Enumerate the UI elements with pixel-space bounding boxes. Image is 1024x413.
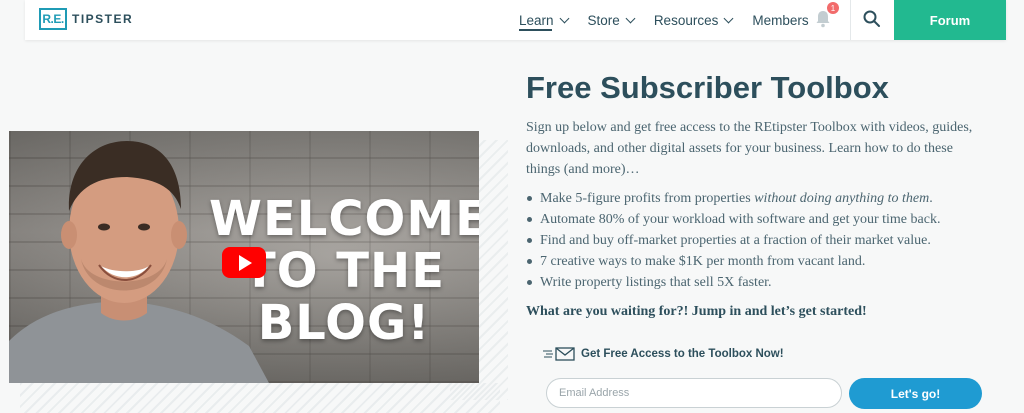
intro-paragraph: Sign up below and get free access to the… (526, 120, 973, 177)
list-item: Make 5-figure profits from properties wi… (526, 188, 996, 209)
email-field[interactable] (546, 378, 842, 408)
list-item-emphasis: without doing anything to them (754, 191, 930, 206)
search-icon[interactable] (862, 9, 882, 29)
nav-item-store[interactable]: Store (587, 0, 636, 40)
nav-item-resources[interactable]: Resources (653, 0, 734, 40)
video-title-line: BLOG! (257, 295, 431, 351)
youtube-play-icon[interactable] (222, 247, 266, 278)
video-title-line: WELCOME (209, 191, 479, 247)
nav-item-label: Members (752, 12, 809, 28)
list-item: Automate 80% of your workload with softw… (526, 209, 996, 230)
benefits-list: Make 5-figure profits from properties wi… (526, 188, 996, 293)
play-triangle-icon (239, 254, 252, 271)
nav-item-members[interactable]: Members (752, 0, 808, 40)
list-item-text: Make 5-figure profits from properties (540, 191, 755, 206)
nav-item-label: Store (587, 12, 620, 28)
nav-item-learn[interactable]: Learn (519, 0, 569, 40)
submit-button[interactable]: Let's go! (849, 378, 982, 409)
chevron-down-icon (625, 13, 636, 23)
welcome-video-thumbnail[interactable]: WELCOME TO THE BLOG! (9, 131, 479, 383)
call-to-action-text: What are you waiting for?! Jump in and l… (526, 304, 867, 319)
notification-badge: 1 (827, 2, 839, 14)
site-header: R.E. TIPSTER Learn Store Resources Membe… (25, 0, 1006, 40)
list-item: Write property listings that sell 5X fas… (526, 272, 996, 293)
logo-mark: R.E. (39, 8, 67, 30)
form-heading: Get Free Access to the Toolbox Now! (543, 347, 784, 361)
list-item: 7 creative ways to make $1K per month fr… (526, 251, 996, 272)
list-item: Find and buy off-market properties at a … (526, 230, 996, 251)
nav-item-label: Resources (653, 12, 719, 28)
nav-item-label: Learn (519, 12, 554, 28)
envelope-icon (543, 347, 575, 361)
main-nav: Learn Store Resources Members (519, 0, 829, 40)
chevron-down-icon (723, 13, 734, 23)
site-logo[interactable]: R.E. TIPSTER (39, 8, 133, 30)
decorative-pattern (20, 383, 500, 413)
page-title: Free Subscriber Toolbox (526, 70, 889, 105)
header-divider (850, 0, 851, 40)
form-heading-text: Get Free Access to the Toolbox Now! (581, 348, 784, 360)
list-item-suffix: . (929, 191, 933, 206)
forum-button[interactable]: Forum (894, 0, 1006, 40)
chevron-down-icon (559, 13, 569, 23)
logo-text: TIPSTER (72, 12, 134, 26)
